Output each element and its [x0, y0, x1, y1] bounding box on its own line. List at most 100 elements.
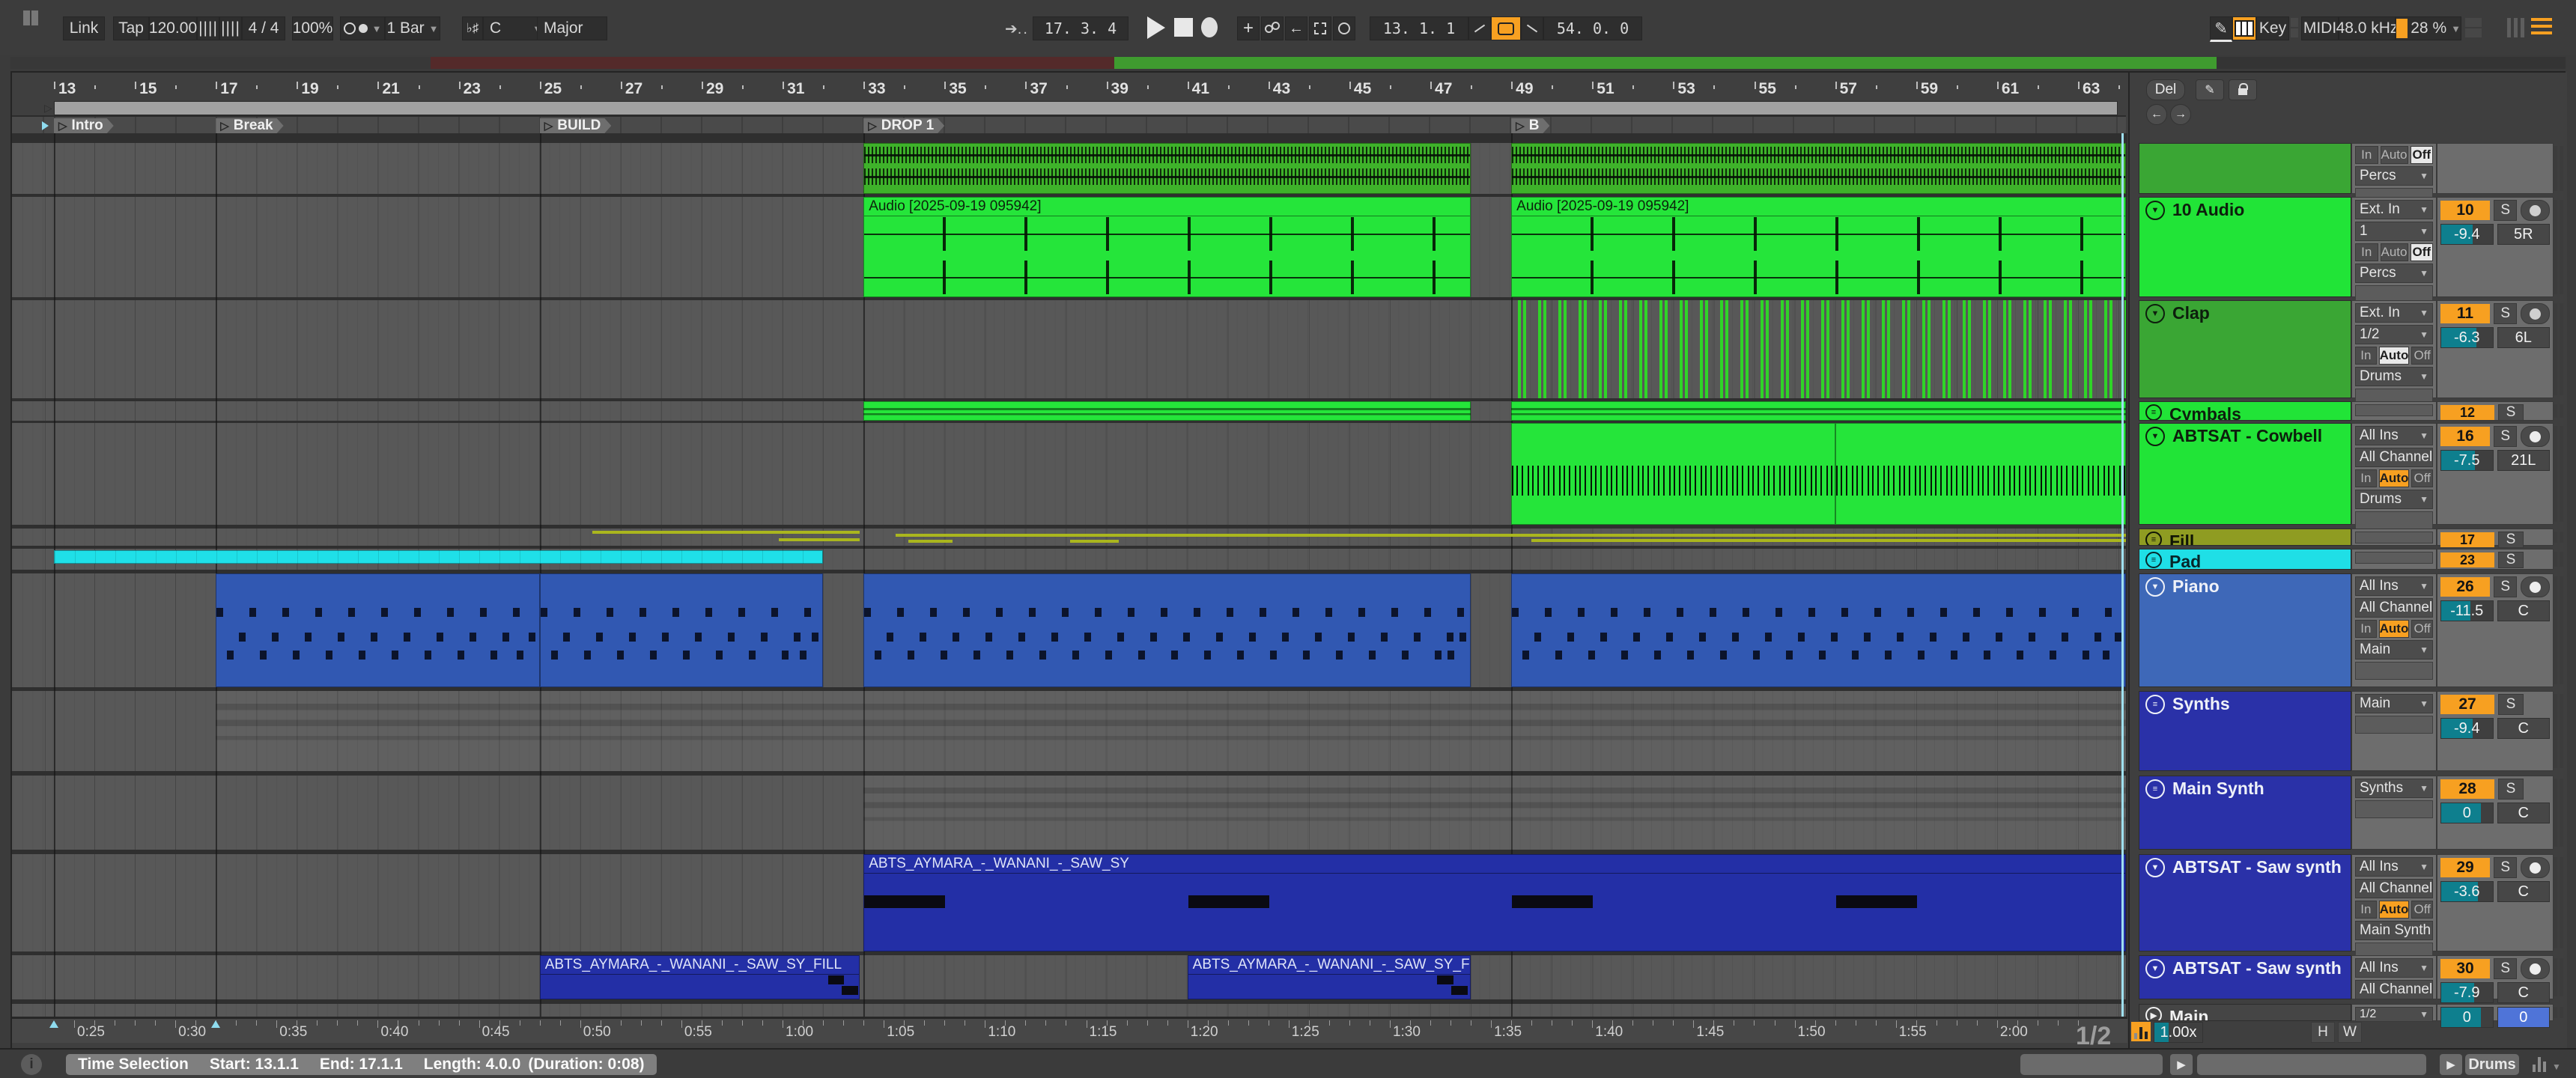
play-button[interactable]	[1147, 16, 1165, 39]
track-header-hidden[interactable]	[2139, 143, 2351, 194]
group-fold-icon[interactable]: ≡	[2145, 552, 2162, 568]
punch-out-button[interactable]	[1521, 16, 1543, 40]
monitor-off[interactable]: Off	[2411, 901, 2433, 919]
monitor-auto[interactable]: Auto	[2379, 620, 2410, 638]
back-to-arrangement-button[interactable]: ←	[1285, 16, 1307, 40]
volume-field[interactable]: 0	[2440, 1007, 2494, 1028]
scrub-area[interactable]: ▷	[54, 101, 2118, 115]
volume-field[interactable]: -11.5	[2440, 600, 2494, 621]
routing-select[interactable]: 1/2▼	[2355, 325, 2433, 344]
locator-pencil-button[interactable]: ✎	[2196, 79, 2224, 100]
current-group-label[interactable]: Drums	[2465, 1054, 2519, 1075]
clip[interactable]: ABTS_AYMARA_-_WANANI_-_SAW_SY_FILL	[540, 955, 860, 999]
optimize-width-button[interactable]: W	[2338, 1022, 2362, 1043]
monitor-switch[interactable]: InAutoOff	[2355, 469, 2433, 487]
clip[interactable]	[592, 529, 860, 546]
monitor-auto[interactable]: Auto	[2381, 243, 2408, 261]
clip[interactable]	[863, 573, 1471, 687]
clip[interactable]	[216, 573, 539, 687]
track-header-abtsat-cowbell[interactable]: ▼ABTSAT - Cowbell	[2139, 423, 2351, 525]
monitor-auto[interactable]: Auto	[2379, 901, 2410, 919]
track-number[interactable]: 29	[2440, 858, 2490, 877]
track-number[interactable]: 28	[2440, 779, 2494, 799]
beat-time-ruler[interactable]: 1315171921232527293133353739414345474951…	[12, 79, 2127, 101]
clip[interactable]	[896, 529, 2126, 546]
locator-flag[interactable]: BUILD	[540, 118, 612, 133]
track-lane[interactable]	[12, 955, 2126, 999]
output-select[interactable]: Drums▼	[2355, 490, 2433, 509]
unfold-icon[interactable]: ▼	[2145, 427, 2165, 446]
menu-icon[interactable]	[2531, 18, 2552, 34]
routing-select[interactable]: All Ins▼	[2355, 958, 2433, 978]
draw-mode-button[interactable]	[1261, 16, 1284, 40]
pan-field[interactable]: C	[2497, 881, 2551, 902]
monitor-off[interactable]: Off	[2411, 469, 2433, 487]
routing-select[interactable]: Ext. In▼	[2355, 200, 2433, 219]
tap-tempo-button[interactable]: Tap	[113, 16, 149, 40]
routing-select[interactable]: Ext. In▼	[2355, 303, 2433, 323]
monitor-off[interactable]: Off	[2411, 146, 2434, 164]
midi-map-button[interactable]: MIDI	[2301, 16, 2339, 40]
unfold-icon[interactable]: ▼	[2145, 959, 2165, 978]
nudge-up-button[interactable]: ||||	[219, 16, 242, 40]
midi-clip-field[interactable]	[2020, 1054, 2163, 1075]
track-header-piano[interactable]: ▼Piano	[2139, 573, 2351, 687]
levels-icon[interactable]	[2533, 1057, 2546, 1072]
quantize-length-menu[interactable]: 1 Bar▼	[385, 16, 440, 40]
arm-button[interactable]	[2521, 857, 2550, 878]
unfold-icon[interactable]: ▼	[2145, 304, 2165, 323]
panel-toggle-icon[interactable]	[22, 10, 39, 29]
cue-play-icon[interactable]: ▶	[2440, 1054, 2462, 1075]
panel-bars-icon[interactable]	[2507, 18, 2524, 37]
pan-field[interactable]: C	[2497, 718, 2551, 739]
monitor-off[interactable]: Off	[2411, 620, 2433, 638]
clip[interactable]	[863, 143, 1471, 194]
monitor-switch[interactable]: InAutoOff	[2355, 620, 2433, 638]
clip[interactable]	[1835, 423, 2126, 525]
clip[interactable]	[216, 691, 2126, 771]
info-icon[interactable]: i	[21, 1054, 42, 1075]
arrangement-position-field[interactable]: 17. 3. 4	[1033, 16, 1128, 40]
clip[interactable]	[1511, 300, 2126, 398]
solo-button[interactable]: S	[2498, 404, 2524, 421]
monitor-auto[interactable]: Auto	[2381, 146, 2408, 164]
solo-button[interactable]: S	[2494, 426, 2517, 447]
arm-button[interactable]	[2521, 303, 2550, 324]
metronome-toggle[interactable]: ▼	[340, 16, 385, 40]
arm-button[interactable]	[2521, 200, 2550, 221]
clip[interactable]	[1511, 143, 2126, 194]
volume-field[interactable]: -7.9	[2440, 982, 2494, 1003]
nudge-down-button[interactable]: ||||	[197, 16, 219, 40]
track-header-abtsat-saw-synth[interactable]: ▼ABTSAT - Saw synth	[2139, 955, 2351, 999]
routing-select[interactable]: 1/2▼	[2355, 1007, 2433, 1022]
routing-select[interactable]: All Ins▼	[2355, 857, 2433, 877]
track-number[interactable]: 30	[2440, 959, 2490, 978]
group-fold-icon[interactable]: ≡	[2145, 404, 2162, 421]
cue-volume-field[interactable]: 0	[2497, 1007, 2551, 1028]
output-select[interactable]: Main Synth▼	[2355, 921, 2433, 940]
volume-field[interactable]: 0	[2440, 803, 2494, 823]
flat-sharp-toggle[interactable]: ♭♯	[462, 16, 483, 40]
volume-field[interactable]: -9.4	[2440, 718, 2494, 739]
clip[interactable]: ABTS_AYMARA_-_WANANI_-_SAW_SY_FILL	[1188, 955, 1471, 999]
monitor-in[interactable]: In	[2355, 469, 2377, 487]
unfold-icon[interactable]: ▼	[2145, 201, 2165, 220]
monitor-auto[interactable]: Auto	[2379, 469, 2410, 487]
output-select[interactable]: Percs▼	[2355, 166, 2433, 186]
seconds-ruler[interactable]: 0:250:300:350:400:450:500:551:001:051:10…	[12, 1017, 2127, 1043]
routing-select[interactable]: All Ins▼	[2355, 576, 2433, 596]
track-header-main-synth[interactable]: ≡Main Synth	[2139, 776, 2351, 850]
pan-field[interactable]: 21L	[2497, 450, 2551, 471]
routing-select[interactable]: Main▼	[2355, 694, 2433, 713]
tempo-field[interactable]: 120.00	[149, 16, 197, 40]
volume-field[interactable]: -9.4	[2440, 224, 2494, 245]
playback-speed-field[interactable]: 1.00x	[2154, 1022, 2203, 1043]
next-locator-button[interactable]: →	[2170, 104, 2191, 125]
volume-field[interactable]: -6.3	[2440, 327, 2494, 348]
volume-field[interactable]: -7.5	[2440, 450, 2494, 471]
clip[interactable]: ABTS_AYMARA_-_WANANI_-_SAW_SY	[863, 854, 2126, 951]
routing-select[interactable]: All Channels▼	[2355, 448, 2433, 467]
clip[interactable]	[54, 549, 823, 570]
arm-button[interactable]	[2521, 426, 2550, 447]
loop-length-field[interactable]: 54. 0. 0	[1543, 16, 1642, 40]
